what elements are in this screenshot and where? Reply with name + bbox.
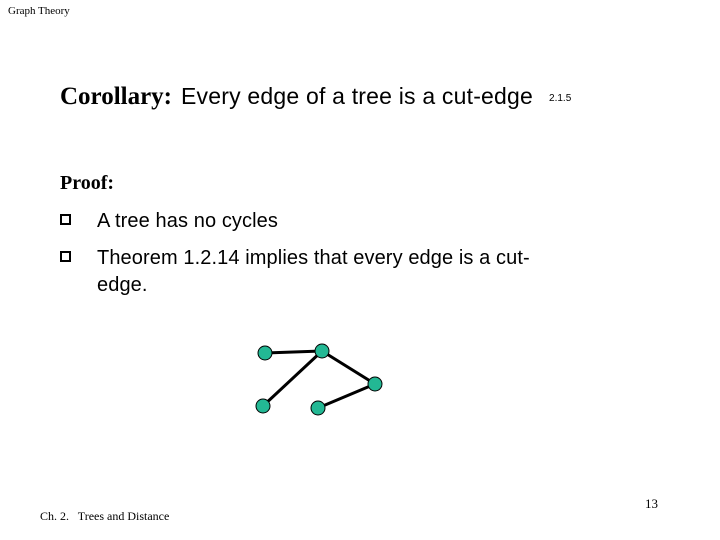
graph-edges bbox=[261, 349, 377, 410]
list-item: A tree has no cycles bbox=[60, 208, 580, 235]
list-item-label: Theorem 1.2.14 implies that every edge i… bbox=[97, 247, 530, 296]
graph-edge bbox=[320, 349, 377, 386]
graph-vertex bbox=[257, 345, 273, 361]
corollary-statement: Every edge of a tree is a cut-edge bbox=[181, 83, 534, 109]
footer-chapter-label: Ch. 2. Trees and Distance bbox=[40, 509, 170, 523]
proof-label: Proof: bbox=[60, 172, 115, 194]
graph-vertex bbox=[314, 343, 330, 359]
list-item-label: A tree has no cycles bbox=[97, 210, 278, 232]
corollary-title-row: Corollary: Every edge of a tree is a cut… bbox=[60, 82, 571, 111]
hollow-square-bullet-icon bbox=[60, 251, 75, 266]
hollow-square-bullet-icon bbox=[60, 214, 75, 229]
list-item: Theorem 1.2.14 implies that every edge i… bbox=[60, 245, 580, 299]
graph-vertex bbox=[255, 398, 271, 414]
graph-nodes bbox=[255, 343, 383, 416]
tree-graph-figure bbox=[240, 330, 410, 430]
corollary-keyword: Corollary: bbox=[60, 83, 173, 110]
slide-header-title: Graph Theory bbox=[8, 5, 70, 17]
graph-edge bbox=[263, 349, 324, 355]
graph-edge bbox=[316, 382, 377, 410]
slide-canvas: Graph Theory Corollary: Every edge of a … bbox=[0, 0, 720, 540]
graph-edge bbox=[261, 349, 324, 408]
tree-graph-svg bbox=[255, 343, 383, 416]
graph-vertex bbox=[310, 400, 326, 416]
page-number: 13 bbox=[645, 496, 658, 511]
proof-bullet-list: A tree has no cycles Theorem 1.2.14 impl… bbox=[60, 208, 580, 309]
corollary-reference-number: 2.1.5 bbox=[549, 93, 572, 104]
graph-vertex bbox=[367, 376, 383, 392]
